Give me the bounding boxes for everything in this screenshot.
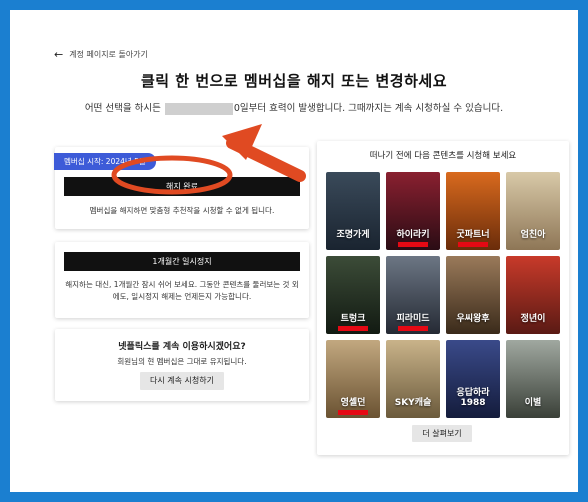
arrow-left-icon: ←: [54, 48, 64, 61]
poster-title: 하이라키: [396, 230, 430, 240]
poster-tile[interactable]: 하이라키: [386, 172, 440, 250]
poster-title: 우씨왕후: [456, 314, 490, 324]
cancel-note: 멤버십을 해지하면 맞춤형 추천작을 시청할 수 없게 됩니다.: [89, 206, 275, 215]
continue-card: 넷플릭스를 계속 이용하시겠어요? 회원님의 현 멤버십은 그대로 유지됩니다.…: [55, 329, 309, 401]
redacted-date: [164, 102, 233, 115]
page-subtitle: 어떤 선택을 하시든 0일부터 효력이 발생합니다. 그때까지는 계속 시청하실…: [10, 100, 578, 115]
poster-tile[interactable]: 이별: [506, 340, 560, 418]
new-episode-badge: [398, 326, 428, 331]
new-episode-badge: [458, 242, 488, 247]
poster-title: 응답하라 1988: [456, 388, 490, 408]
pause-note: 해지하는 대신, 1개월간 잠시 쉬어 보세요. 그동안 콘텐츠를 둘러보는 것…: [65, 280, 299, 301]
poster-tile[interactable]: 피라미드: [386, 256, 440, 334]
membership-start-badge: 멤버십 시작: 2024년 5월: [54, 153, 156, 170]
poster-tile[interactable]: 영셸던: [326, 340, 380, 418]
poster-title: 정년이: [520, 314, 546, 324]
new-episode-badge: [398, 242, 428, 247]
new-episode-badge: [338, 410, 368, 415]
page-title: 클릭 한 번으로 멤버십을 해지 또는 변경하세요: [140, 72, 448, 90]
poster-tile[interactable]: SKY캐슬: [386, 340, 440, 418]
poster-title: 엄친아: [520, 230, 546, 240]
poster-title: 이별: [524, 398, 542, 408]
subtitle-prefix: 어떤 선택을 하시든: [84, 103, 164, 114]
keep-watching-button[interactable]: 다시 계속 시청하기: [140, 372, 224, 390]
poster-title: 트렁크: [340, 314, 366, 324]
poster-tile[interactable]: 엄친아: [506, 172, 560, 250]
poster-grid: 조명가게 하이라키 굿파트너 엄친아트렁크 피라미드 우씨왕후 정년이영셸던 SKY캐슬 응답하…: [326, 172, 562, 418]
poster-tile[interactable]: 트렁크: [326, 256, 380, 334]
poster-title: 조명가게: [336, 230, 370, 240]
continue-note: 회원님의 현 멤버십은 그대로 유지됩니다.: [117, 357, 247, 366]
pause-membership-button[interactable]: 1개월간 일시정지: [64, 252, 300, 271]
pause-card: 1개월간 일시정지 해지하는 대신, 1개월간 잠시 쉬어 보세요. 그동안 콘…: [55, 242, 309, 318]
poster-tile[interactable]: 응답하라 1988: [446, 340, 500, 418]
recommendations-card: 떠나기 전에 다음 콘텐츠를 시청해 보세요 조명가게 하이라키 굿파트너 엄친아트렁…: [317, 141, 569, 455]
poster-tile[interactable]: 정년이: [506, 256, 560, 334]
cancel-membership-button[interactable]: 해지 완료: [64, 177, 300, 196]
poster-tile[interactable]: 굿파트너: [446, 172, 500, 250]
new-episode-badge: [338, 326, 368, 331]
poster-title: 피라미드: [396, 314, 430, 324]
recommendations-heading: 떠나기 전에 다음 콘텐츠를 시청해 보세요: [369, 151, 517, 161]
poster-title: 영셸던: [340, 398, 366, 408]
poster-tile[interactable]: 조명가게: [326, 172, 380, 250]
continue-question: 넷플릭스를 계속 이용하시겠어요?: [118, 342, 246, 352]
poster-tile[interactable]: 우씨왕후: [446, 256, 500, 334]
back-link[interactable]: ← 계정 페이지로 돌아가기: [54, 48, 148, 61]
cancel-card: 멤버십 시작: 2024년 5월 해지 완료 멤버십을 해지하면 맞춤형 추천작…: [54, 147, 309, 229]
poster-title: SKY캐슬: [394, 398, 432, 408]
back-link-label: 계정 페이지로 돌아가기: [69, 50, 148, 59]
explore-more-button[interactable]: 더 살펴보기: [412, 425, 472, 442]
content-frame: ← 계정 페이지로 돌아가기 클릭 한 번으로 멤버십을 해지 또는 변경하세요…: [10, 10, 578, 492]
poster-title: 굿파트너: [456, 230, 490, 240]
subtitle-suffix: 0일부터 효력이 발생합니다. 그때까지는 계속 시청하실 수 있습니다.: [233, 103, 504, 114]
